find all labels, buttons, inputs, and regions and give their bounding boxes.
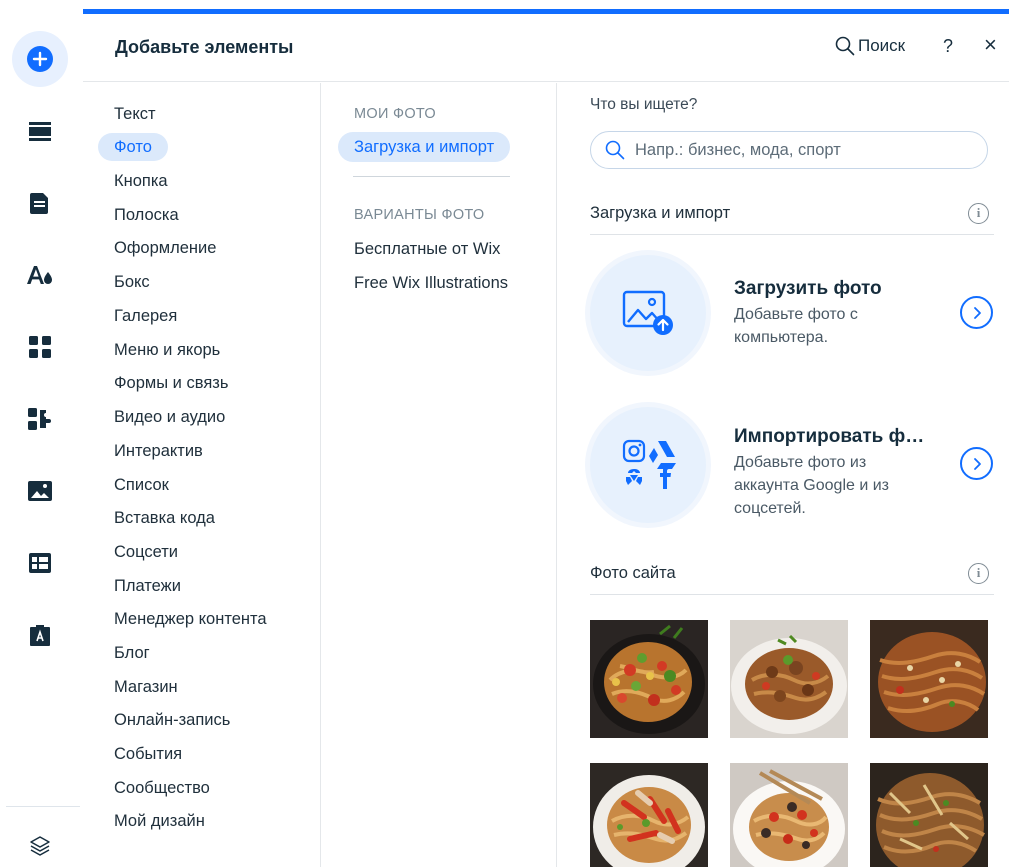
- site-photos-info-icon[interactable]: i: [968, 563, 989, 584]
- category-forms[interactable]: Формы и связь: [98, 369, 244, 397]
- puzzle-icon: [28, 408, 51, 430]
- category-menu-anchor[interactable]: Меню и якорь: [98, 336, 236, 364]
- noodle-photo-6: [870, 763, 988, 867]
- upload-photo-card[interactable]: Загрузить фото Добавьте фото с компьютер…: [590, 255, 994, 385]
- rail-divider: [6, 806, 80, 807]
- category-button[interactable]: Кнопка: [98, 167, 184, 195]
- add-elements-button[interactable]: [12, 31, 68, 87]
- site-photos-section-title: Фото сайта: [590, 564, 676, 582]
- category-events[interactable]: События: [98, 740, 198, 768]
- upload-info-icon[interactable]: i: [968, 203, 989, 224]
- sections-icon: [29, 122, 51, 141]
- noodle-photo-3: [870, 620, 988, 738]
- category-embed-code[interactable]: Вставка кода: [98, 504, 231, 532]
- search-icon: [835, 36, 855, 56]
- search-button-label: Поиск: [858, 36, 906, 55]
- portfolio-icon: [30, 625, 50, 646]
- upload-card-description: Добавьте фото с компьютера.: [734, 306, 858, 346]
- category-content-manager[interactable]: Менеджер контента: [98, 605, 283, 633]
- category-my-design[interactable]: Мой дизайн: [98, 807, 221, 835]
- category-bookings[interactable]: Онлайн-запись: [98, 706, 246, 734]
- upload-card-title: Загрузить фото: [734, 278, 882, 299]
- left-toolbar: [0, 0, 83, 867]
- sections-button[interactable]: [12, 103, 68, 159]
- category-gallery[interactable]: Галерея: [98, 302, 193, 330]
- category-list[interactable]: Список: [98, 471, 185, 499]
- category-interactive[interactable]: Интерактив: [98, 437, 219, 465]
- noodle-photo-4: [590, 763, 708, 867]
- search-field[interactable]: [590, 131, 988, 169]
- social-import-icons: [622, 439, 676, 489]
- image-icon: [28, 481, 52, 501]
- site-photo-thumbnail[interactable]: [590, 763, 708, 867]
- import-card-icon-circle: [590, 407, 706, 523]
- add-icon: [27, 46, 53, 72]
- category-strip[interactable]: Полоска: [98, 201, 195, 229]
- search-input[interactable]: [635, 140, 955, 160]
- section-divider: [590, 594, 994, 595]
- apps-grid-icon: [29, 336, 51, 358]
- category-store[interactable]: Магазин: [98, 673, 194, 701]
- import-card-description: Добавьте фото из аккаунта Google и из со…: [734, 454, 889, 517]
- my-photos-heading: МОИ ФОТО: [354, 106, 436, 122]
- search-prompt-label: Что вы ищете?: [590, 96, 698, 113]
- theme-button[interactable]: [12, 247, 68, 303]
- business-apps-button[interactable]: [12, 391, 68, 447]
- noodle-photo-1: [590, 620, 708, 738]
- upload-card-arrow-button[interactable]: [960, 296, 993, 329]
- table-icon: [29, 553, 51, 573]
- apps-button[interactable]: [12, 319, 68, 375]
- panel-header: Добавьте элементы Поиск ? ×: [83, 14, 1009, 82]
- site-photo-thumbnail[interactable]: [730, 620, 848, 738]
- add-elements-panel: Добавьте элементы Поиск ? × Текст Фото К…: [83, 0, 1009, 867]
- subcategory-upload-import[interactable]: Загрузка и импорт: [338, 132, 511, 162]
- category-video-audio[interactable]: Видео и аудио: [98, 403, 241, 431]
- section-divider: [590, 234, 994, 235]
- import-photo-card[interactable]: Импортировать ф… Добавьте фото из аккаун…: [590, 407, 994, 537]
- noodle-photo-5: [730, 763, 848, 867]
- noodle-photo-2: [730, 620, 848, 738]
- subcategory-list: МОИ ФОТО Загрузка и импорт ВАРИАНТЫ ФОТО…: [321, 83, 557, 867]
- category-social[interactable]: Соцсети: [98, 538, 194, 566]
- help-button[interactable]: ?: [943, 36, 953, 57]
- site-photo-thumbnail[interactable]: [590, 620, 708, 738]
- category-text[interactable]: Текст: [98, 100, 172, 128]
- subcategory-divider: [353, 176, 510, 177]
- cms-button[interactable]: [12, 535, 68, 591]
- upload-card-icon-circle: [590, 255, 706, 371]
- site-photo-thumbnail[interactable]: [870, 620, 988, 738]
- upload-section-title: Загрузка и импорт: [590, 204, 731, 222]
- category-community[interactable]: Сообщество: [98, 774, 226, 802]
- panel-title: Добавьте элементы: [115, 37, 294, 57]
- category-list: Текст Фото Кнопка Полоска Оформление Бок…: [83, 83, 321, 867]
- category-decorative[interactable]: Оформление: [98, 234, 232, 262]
- category-photo[interactable]: Фото: [98, 133, 168, 161]
- site-photo-thumbnail[interactable]: [730, 763, 848, 867]
- import-card-title: Импортировать ф…: [734, 426, 925, 447]
- chevron-right-icon: [973, 306, 981, 319]
- close-button[interactable]: ×: [984, 34, 997, 56]
- portfolio-button[interactable]: [12, 607, 68, 663]
- category-blog[interactable]: Блог: [98, 639, 166, 667]
- chevron-right-icon: [973, 457, 981, 470]
- import-card-arrow-button[interactable]: [960, 447, 993, 480]
- search-button[interactable]: Поиск: [835, 36, 905, 56]
- site-photo-thumbnail[interactable]: [870, 763, 988, 867]
- category-box[interactable]: Бокс: [98, 268, 166, 296]
- layers-icon: [30, 836, 50, 856]
- media-button[interactable]: [12, 463, 68, 519]
- layers-button[interactable]: [12, 818, 68, 867]
- subcategory-free-from-wix[interactable]: Бесплатные от Wix: [354, 234, 500, 264]
- content-area: Что вы ищете? Загрузка и импорт i Загруз…: [557, 83, 1009, 867]
- photo-options-heading: ВАРИАНТЫ ФОТО: [354, 207, 485, 223]
- page-icon: [30, 193, 48, 214]
- subcategory-free-illustrations[interactable]: Free Wix Illustrations: [354, 268, 508, 298]
- theme-icon: [27, 266, 52, 284]
- pages-button[interactable]: [12, 175, 68, 231]
- search-icon: [605, 140, 625, 160]
- category-payments[interactable]: Платежи: [98, 572, 197, 600]
- upload-image-icon: [622, 290, 673, 335]
